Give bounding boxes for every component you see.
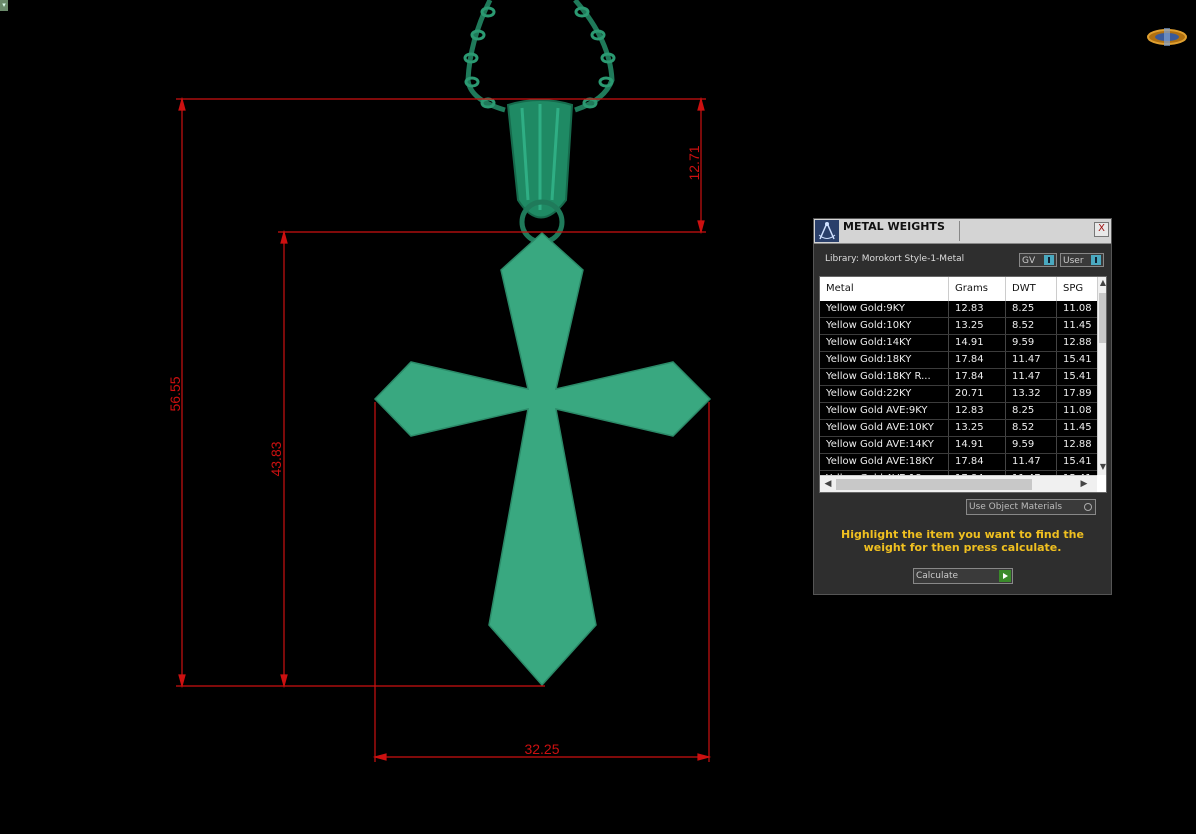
cell-grams: 12.83 <box>949 403 1006 419</box>
cell-dwt: 11.47 <box>1006 369 1057 385</box>
instruction-text: Highlight the item you want to find the … <box>841 528 1084 554</box>
column-header-metal[interactable]: Metal <box>820 277 949 301</box>
toggle-switch-icon <box>1091 255 1101 265</box>
cell-dwt: 9.59 <box>1006 437 1057 453</box>
cell-metal: Yellow Gold:18KY <box>820 352 949 368</box>
scroll-thumb[interactable] <box>1099 293 1106 343</box>
metal-table[interactable]: Metal Grams DWT SPG Yellow Gold:9KY 12.83… <box>819 276 1107 493</box>
cell-spg: 17.89 <box>1063 388 1092 399</box>
user-toggle[interactable]: User <box>1060 253 1104 267</box>
scroll-up-icon[interactable]: ▲ <box>1098 277 1106 289</box>
app-logo-icon[interactable] <box>1146 26 1188 48</box>
dimension-height-total: 56.55 <box>167 376 183 411</box>
bail <box>506 99 574 245</box>
play-icon <box>999 570 1011 582</box>
table-header: Metal Grams DWT SPG <box>820 277 1097 302</box>
cell-grams: 13.25 <box>949 420 1006 436</box>
cell-grams: 12.83 <box>949 301 1006 317</box>
close-button[interactable]: X <box>1094 222 1109 237</box>
cell-metal: Yellow Gold:14KY <box>820 335 949 351</box>
cell-spg: 11.08 <box>1063 405 1092 416</box>
cell-grams: 20.71 <box>949 386 1006 402</box>
table-body: Yellow Gold:9KY 12.83 8.25 11.08 Yellow Gold… <box>820 301 1097 475</box>
column-header-grams[interactable]: Grams <box>949 277 1006 301</box>
column-header-dwt[interactable]: DWT <box>1006 277 1057 301</box>
compass-icon <box>815 220 839 242</box>
gv-toggle-label: GV <box>1022 256 1036 266</box>
cell-spg: 11.08 <box>1063 303 1092 314</box>
cell-dwt: 9.59 <box>1006 335 1057 351</box>
table-row[interactable]: Yellow Gold AVE:9KY 12.83 8.25 11.08 <box>820 403 1097 420</box>
table-row[interactable]: Yellow Gold:14KY 14.91 9.59 12.88 <box>820 335 1097 352</box>
vertical-scrollbar[interactable]: ▲ ▼ <box>1097 277 1106 475</box>
cell-dwt: 11.47 <box>1006 454 1057 470</box>
cell-dwt: 8.25 <box>1006 301 1057 317</box>
use-object-materials-toggle[interactable]: Use Object Materials <box>966 499 1096 515</box>
scroll-down-icon[interactable]: ▼ <box>1098 461 1106 473</box>
cell-dwt: 8.52 <box>1006 318 1057 334</box>
cell-grams: 14.91 <box>949 335 1006 351</box>
table-row[interactable]: Yellow Gold AVE:10KY 13.25 8.52 11.45 <box>820 420 1097 437</box>
cell-spg: 12.88 <box>1063 439 1092 450</box>
table-row[interactable]: Yellow Gold:9KY 12.83 8.25 11.08 <box>820 301 1097 318</box>
cell-dwt: 8.52 <box>1006 420 1057 436</box>
cell-grams: 17.84 <box>949 352 1006 368</box>
cell-spg: 15.41 <box>1063 456 1092 467</box>
cell-metal: Yellow Gold:22KY <box>820 386 949 402</box>
cell-metal: Yellow Gold:10KY <box>820 318 949 334</box>
cell-dwt: 13.32 <box>1006 386 1057 402</box>
cell-metal: Yellow Gold AVE:10KY <box>820 420 949 436</box>
library-label: Library: Morokort Style-1-Metal <box>825 254 965 264</box>
calculate-button[interactable]: Calculate <box>913 568 1013 584</box>
cell-spg: 12.88 <box>1063 337 1092 348</box>
dimension-width: 32.25 <box>524 741 559 757</box>
gv-toggle[interactable]: GV <box>1019 253 1057 267</box>
cell-spg: 15.41 <box>1063 354 1092 365</box>
calculate-label: Calculate <box>916 571 959 581</box>
cell-spg: 11.45 <box>1063 320 1092 331</box>
panel-title: METAL WEIGHTS <box>843 220 945 233</box>
table-row[interactable]: Yellow Gold AVE:14KY 14.91 9.59 12.88 <box>820 437 1097 454</box>
table-row[interactable]: Yellow Gold:22KY 20.71 13.32 17.89 <box>820 386 1097 403</box>
table-row[interactable]: Yellow Gold AVE:18KY 17.84 11.47 15.41 <box>820 454 1097 471</box>
cross-pendant <box>373 231 712 687</box>
use-object-materials-label: Use Object Materials <box>969 502 1063 512</box>
dimension-height-body: 43.83 <box>268 441 284 476</box>
metal-weights-panel: METAL WEIGHTS X Library: Morokort Style-… <box>813 218 1112 595</box>
toggle-switch-icon <box>1044 255 1054 265</box>
radio-icon <box>1084 503 1092 511</box>
cell-metal: Yellow Gold AVE:14KY <box>820 437 949 453</box>
cell-dwt: 11.47 <box>1006 352 1057 368</box>
cell-spg: 15.41 <box>1063 371 1092 382</box>
column-header-spg[interactable]: SPG <box>1057 277 1097 301</box>
title-divider <box>959 221 960 241</box>
user-toggle-label: User <box>1063 256 1084 266</box>
cell-metal: Yellow Gold AVE:9KY <box>820 403 949 419</box>
table-row[interactable]: Yellow Gold:18KY 17.84 11.47 15.41 <box>820 352 1097 369</box>
cell-metal: Yellow Gold:9KY <box>820 301 949 317</box>
cell-grams: 17.84 <box>949 369 1006 385</box>
dimension-lines <box>176 96 712 762</box>
chain <box>463 0 616 113</box>
cell-dwt: 8.25 <box>1006 403 1057 419</box>
horizontal-scrollbar[interactable]: ◀ ▶ <box>820 475 1097 492</box>
cell-metal: Yellow Gold AVE:18KY <box>820 454 949 470</box>
table-row[interactable]: Yellow Gold:18KY R... 17.84 11.47 15.41 <box>820 369 1097 386</box>
dimension-bail-height: 12.71 <box>686 145 702 180</box>
panel-titlebar[interactable]: METAL WEIGHTS X <box>814 219 1111 244</box>
cell-metal: Yellow Gold:18KY R... <box>820 369 949 385</box>
cell-spg: 11.45 <box>1063 422 1092 433</box>
cell-grams: 17.84 <box>949 454 1006 470</box>
scroll-thumb[interactable] <box>836 479 1032 490</box>
cell-grams: 13.25 <box>949 318 1006 334</box>
table-row[interactable]: Yellow Gold:10KY 13.25 8.52 11.45 <box>820 318 1097 335</box>
cell-grams: 14.91 <box>949 437 1006 453</box>
scroll-right-icon[interactable]: ▶ <box>1078 478 1090 491</box>
scroll-left-icon[interactable]: ◀ <box>822 478 834 491</box>
